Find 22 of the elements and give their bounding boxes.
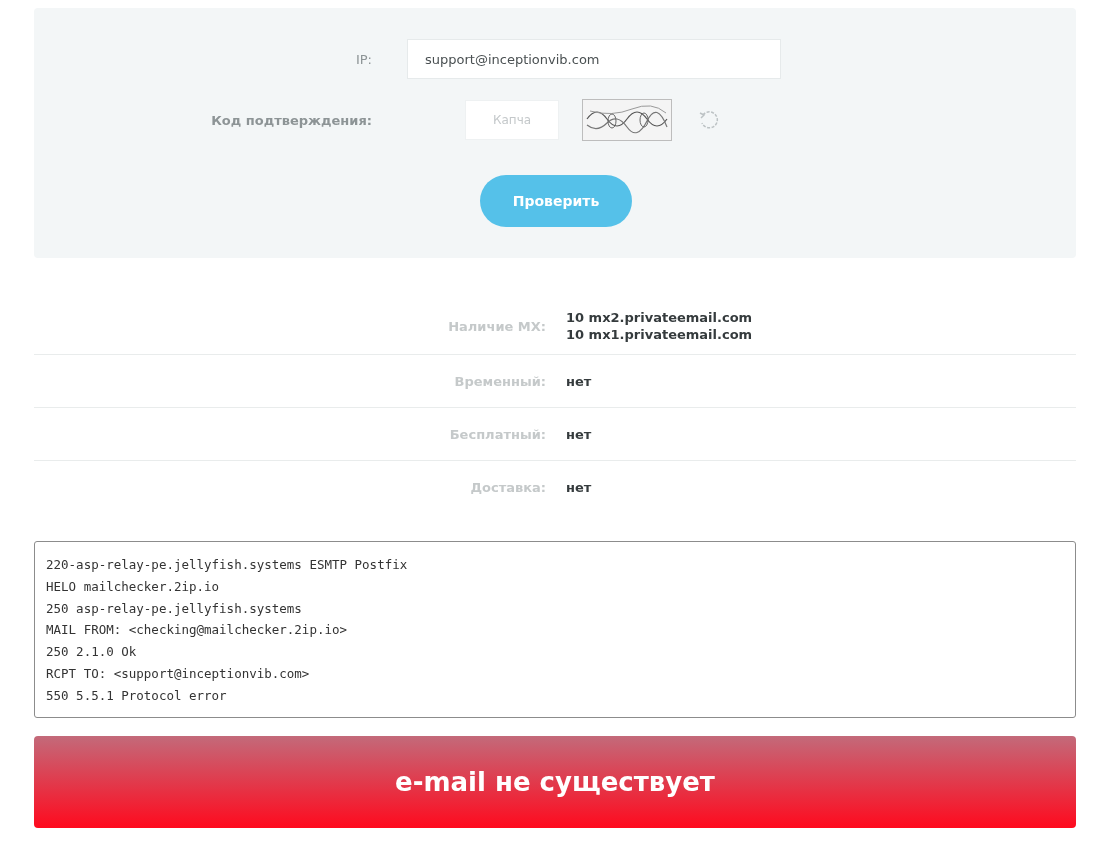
result-label: Временный: (454, 373, 546, 389)
log-line: MAIL FROM: <checking@mailchecker.2ip.io> (46, 621, 349, 640)
log-line: 220-asp-relay-pe.jellyfish.systems ESMTP Postfix (46, 556, 409, 574)
result-label: Бесплатный: (449, 426, 546, 442)
result-label: Доставка: (470, 479, 546, 495)
log-line: 250 2.1.0 Ok (46, 643, 138, 662)
refresh-icon[interactable] (698, 109, 720, 131)
captcha-label: Код подтверждения: (211, 112, 372, 128)
captcha-field[interactable]: Капча (465, 100, 559, 140)
log-line: RCPT TO: <support@inceptionvib.com> (46, 665, 311, 683)
result-value: нет (566, 479, 593, 495)
result-message: e-mail не существует (395, 766, 715, 797)
ip-label: IP: (355, 51, 372, 67)
result-value: нет (566, 373, 593, 389)
log-line: 250 asp-relay-pe.jellyfish.systems (46, 599, 303, 618)
result-value: 10 mx1.privateemail.com (566, 327, 754, 342)
log-line: HELO mailchecker.2ip.io (46, 577, 221, 596)
ip-field[interactable]: support@inceptionvib.com (407, 39, 781, 79)
log-line: 550 5.5.1 Protocol error (46, 686, 228, 705)
result-value: 10 mx2.privateemail.com (566, 310, 754, 325)
result-label: Наличие MX: (448, 318, 546, 334)
result-value: нет (566, 426, 593, 442)
